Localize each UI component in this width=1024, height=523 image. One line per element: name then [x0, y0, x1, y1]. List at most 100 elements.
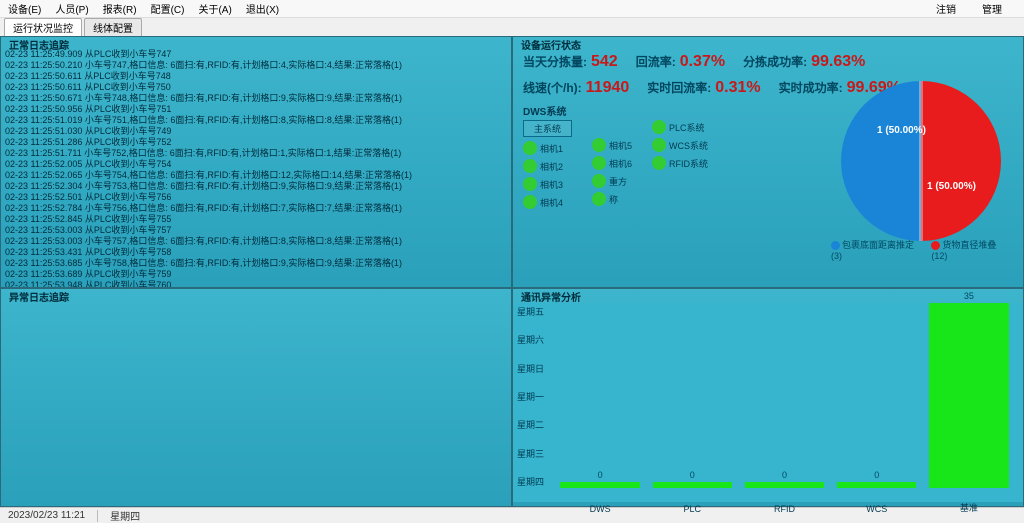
status-dot-icon	[592, 138, 606, 152]
success-label: 分拣成功率:	[743, 53, 807, 70]
menu-logout[interactable]: 注销	[936, 1, 956, 16]
menu-report[interactable]: 报表(R)	[103, 1, 137, 16]
log-line: 02-23 11:25:50.210 小车号747,格口信息: 6面扫:有,RF…	[5, 60, 507, 71]
y-tick-label: 星期四	[517, 475, 544, 488]
tab-monitor[interactable]: 运行状况监控	[4, 18, 82, 36]
menu-about[interactable]: 关于(A)	[198, 1, 231, 16]
log-line: 02-23 11:25:53.003 小车号757,格口信息: 6面扫:有,RF…	[5, 236, 507, 247]
y-tick-label: 星期六	[517, 333, 544, 346]
normal-log-panel: 正常日志追踪 02-23 11:25:49.909 从PLC收到小车号74702…	[0, 36, 512, 288]
status-weekday: 星期四	[110, 508, 140, 523]
status-dot-icon	[523, 159, 537, 173]
status-dot-icon	[652, 156, 666, 170]
pie-slice-b-label: 1 (50.00%)	[927, 181, 976, 192]
y-tick-label: 星期二	[517, 418, 544, 431]
log-line: 02-23 11:25:52.005 从PLC收到小车号754	[5, 159, 507, 170]
bar-value: 0	[690, 470, 695, 480]
menu-device[interactable]: 设备(E)	[8, 1, 41, 16]
tabbar: 运行状况监控 线体配置	[0, 18, 1024, 36]
rt-reflow-label: 实时回流率:	[647, 79, 711, 96]
bar: 0	[560, 482, 639, 488]
cam4-label: 相机4	[540, 196, 563, 209]
menubar: 设备(E) 人员(P) 报表(R) 配置(C) 关于(A) 退出(X) 注销 管…	[0, 0, 1024, 18]
log-line: 02-23 11:25:50.956 从PLC收到小车号751	[5, 104, 507, 115]
status-dot-icon	[652, 120, 666, 134]
legend-item-a: 包裹底面距离推定(3)	[831, 238, 923, 261]
wcs-label: WCS系统	[669, 139, 708, 152]
bar-value: 0	[782, 470, 787, 480]
rfid-label: RFID系统	[669, 157, 708, 170]
log-line: 02-23 11:25:51.286 从PLC收到小车号752	[5, 137, 507, 148]
log-line: 02-23 11:25:51.711 小车号752,格口信息: 6面扫:有,RF…	[5, 148, 507, 159]
cam6-label: 相机6	[609, 157, 632, 170]
x-tick-label: DWS	[590, 504, 611, 514]
normal-log-body[interactable]: 02-23 11:25:49.909 从PLC收到小车号74702-23 11:…	[1, 37, 511, 287]
log-line: 02-23 11:25:53.431 从PLC收到小车号758	[5, 247, 507, 258]
x-tick-label: WCS	[866, 504, 887, 514]
log-line: 02-23 11:25:53.685 小车号758,格口信息: 6面扫:有,RF…	[5, 258, 507, 269]
cam2-label: 相机2	[540, 160, 563, 173]
menu-personnel[interactable]: 人员(P)	[55, 1, 88, 16]
log-line: 02-23 11:25:52.065 小车号754,格口信息: 6面扫:有,RF…	[5, 170, 507, 181]
log-line: 02-23 11:25:50.611 从PLC收到小车号748	[5, 71, 507, 82]
bar-value: 0	[598, 470, 603, 480]
bar-chart: 星期五星期六星期日星期一星期二星期三星期四 0DWS0PLC0RFID0WCS3…	[513, 303, 1023, 502]
log-line: 02-23 11:25:53.948 从PLC收到小车号760	[5, 280, 507, 287]
abnormal-log-title: 异常日志追踪	[5, 288, 73, 305]
speed-label: 线速(个/h):	[523, 79, 582, 96]
menu-exit[interactable]: 退出(X)	[246, 1, 279, 16]
log-line: 02-23 11:25:53.689 从PLC收到小车号759	[5, 269, 507, 280]
status-dot-icon	[523, 141, 537, 155]
y-tick-label: 星期日	[517, 362, 544, 375]
cam1-label: 相机1	[540, 142, 563, 155]
today-count-label: 当天分拣量:	[523, 53, 587, 70]
rt-reflow-value: 0.31%	[715, 79, 760, 97]
status-dot-icon	[652, 138, 666, 152]
y-tick-label: 星期一	[517, 390, 544, 403]
comm-panel: 通讯异常分析 星期五星期六星期日星期一星期二星期三星期四 0DWS0PLC0RF…	[512, 288, 1024, 507]
bar: 35	[929, 303, 1008, 488]
status-datetime: 2023/02/23 11:21	[8, 510, 85, 521]
cam5-label: 相机5	[609, 139, 632, 152]
y-tick-label: 星期三	[517, 447, 544, 460]
status-panel: 设备运行状态 当天分拣量:542 回流率:0.37% 分拣成功率:99.63% …	[512, 36, 1024, 288]
status-dot-icon	[523, 177, 537, 191]
log-line: 02-23 11:25:50.671 小车号748,格口信息: 6面扫:有,RF…	[5, 93, 507, 104]
reflow-label: 回流率:	[636, 53, 676, 70]
reflow-value: 0.37%	[680, 53, 725, 71]
log-line: 02-23 11:25:52.845 从PLC收到小车号755	[5, 214, 507, 225]
menu-config[interactable]: 配置(C)	[151, 1, 185, 16]
status-dot-icon	[592, 174, 606, 188]
log-line: 02-23 11:25:51.030 从PLC收到小车号749	[5, 126, 507, 137]
x-tick-label: 基准	[960, 501, 978, 514]
log-line: 02-23 11:25:52.304 小车号753,格口信息: 6面扫:有,RF…	[5, 181, 507, 192]
pie-chart: 1 (50.00%) 1 (50.00%) 包裹底面距离推定(3) 货物直径堆叠…	[831, 81, 1011, 261]
cam3-label: 相机3	[540, 178, 563, 191]
bar-group: 35基准	[925, 303, 1013, 488]
menu-admin[interactable]: 管理	[982, 1, 1002, 16]
x-tick-label: PLC	[684, 504, 702, 514]
bar: 0	[837, 482, 916, 488]
status-dot-icon	[592, 156, 606, 170]
bar-group: 0PLC	[648, 303, 736, 488]
log-line: 02-23 11:25:51.019 小车号751,格口信息: 6面扫:有,RF…	[5, 115, 507, 126]
vol-label: 重方	[609, 175, 627, 188]
plc-label: PLC系统	[669, 121, 705, 134]
tab-lineconfig[interactable]: 线体配置	[84, 18, 142, 36]
success-value: 99.63%	[811, 53, 865, 71]
log-line: 02-23 11:25:50.611 从PLC收到小车号750	[5, 82, 507, 93]
speed-value: 11940	[586, 79, 630, 97]
log-line: 02-23 11:25:49.909 从PLC收到小车号747	[5, 49, 507, 60]
log-line: 02-23 11:25:52.784 小车号756,格口信息: 6面扫:有,RF…	[5, 203, 507, 214]
pie-slice-a-label: 1 (50.00%)	[877, 125, 926, 136]
log-line: 02-23 11:25:52.501 从PLC收到小车号756	[5, 192, 507, 203]
status-dot-icon	[592, 192, 606, 206]
abnormal-log-panel: 异常日志追踪	[0, 288, 512, 507]
bar-group: 0WCS	[833, 303, 921, 488]
bar-value: 35	[964, 291, 974, 301]
main-system: 主系统	[523, 120, 572, 137]
abnormal-log-body[interactable]	[1, 289, 511, 506]
status-dot-icon	[523, 195, 537, 209]
normal-log-title: 正常日志追踪	[5, 36, 73, 53]
log-line: 02-23 11:25:53.003 从PLC收到小车号757	[5, 225, 507, 236]
